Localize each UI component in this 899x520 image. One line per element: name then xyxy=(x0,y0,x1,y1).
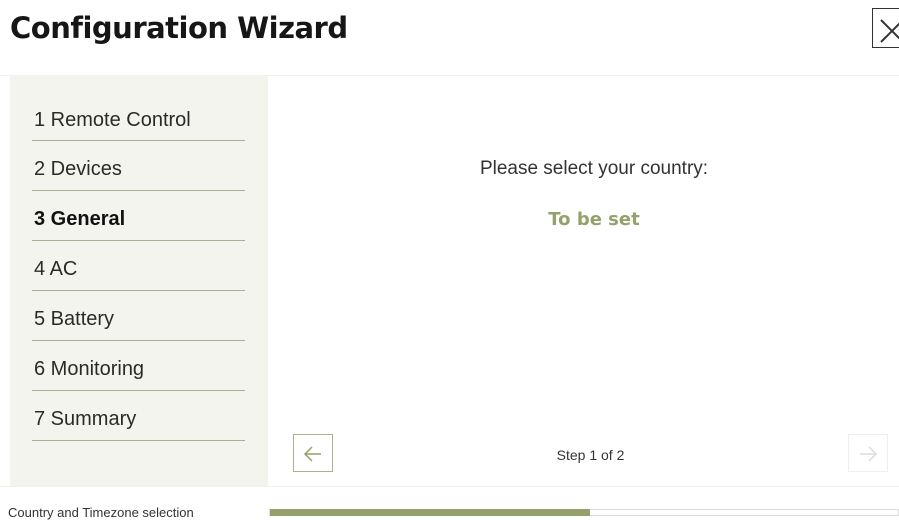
sidebar-item-battery[interactable]: 5 Battery xyxy=(32,291,245,341)
sidebar-item-remote-control[interactable]: 1 Remote Control xyxy=(32,92,245,141)
wizard-sidebar: 1 Remote Control 2 Devices 3 General 4 A… xyxy=(10,76,268,486)
sidebar-item-summary[interactable]: 7 Summary xyxy=(32,391,245,441)
close-button[interactable] xyxy=(872,8,899,48)
next-button[interactable] xyxy=(848,434,888,472)
arrow-right-icon xyxy=(860,446,878,462)
progress-bar xyxy=(269,509,899,516)
page-title: Configuration Wizard xyxy=(10,11,348,45)
close-icon xyxy=(880,19,899,43)
wizard-content: Please select your country: To be set St… xyxy=(268,76,899,486)
sidebar-item-devices[interactable]: 2 Devices xyxy=(32,141,245,191)
step-indicator: Step 1 of 2 xyxy=(556,447,625,463)
progress-fill xyxy=(270,509,590,516)
sidebar-item-general[interactable]: 3 General xyxy=(32,191,245,241)
sidebar-item-monitoring[interactable]: 6 Monitoring xyxy=(32,341,245,391)
step-list: 1 Remote Control 2 Devices 3 General 4 A… xyxy=(32,92,245,441)
country-prompt: Please select your country: xyxy=(479,158,709,179)
sidebar-item-ac[interactable]: 4 AC xyxy=(32,241,245,291)
country-value[interactable]: To be set xyxy=(268,209,899,230)
footer-divider xyxy=(0,486,899,487)
